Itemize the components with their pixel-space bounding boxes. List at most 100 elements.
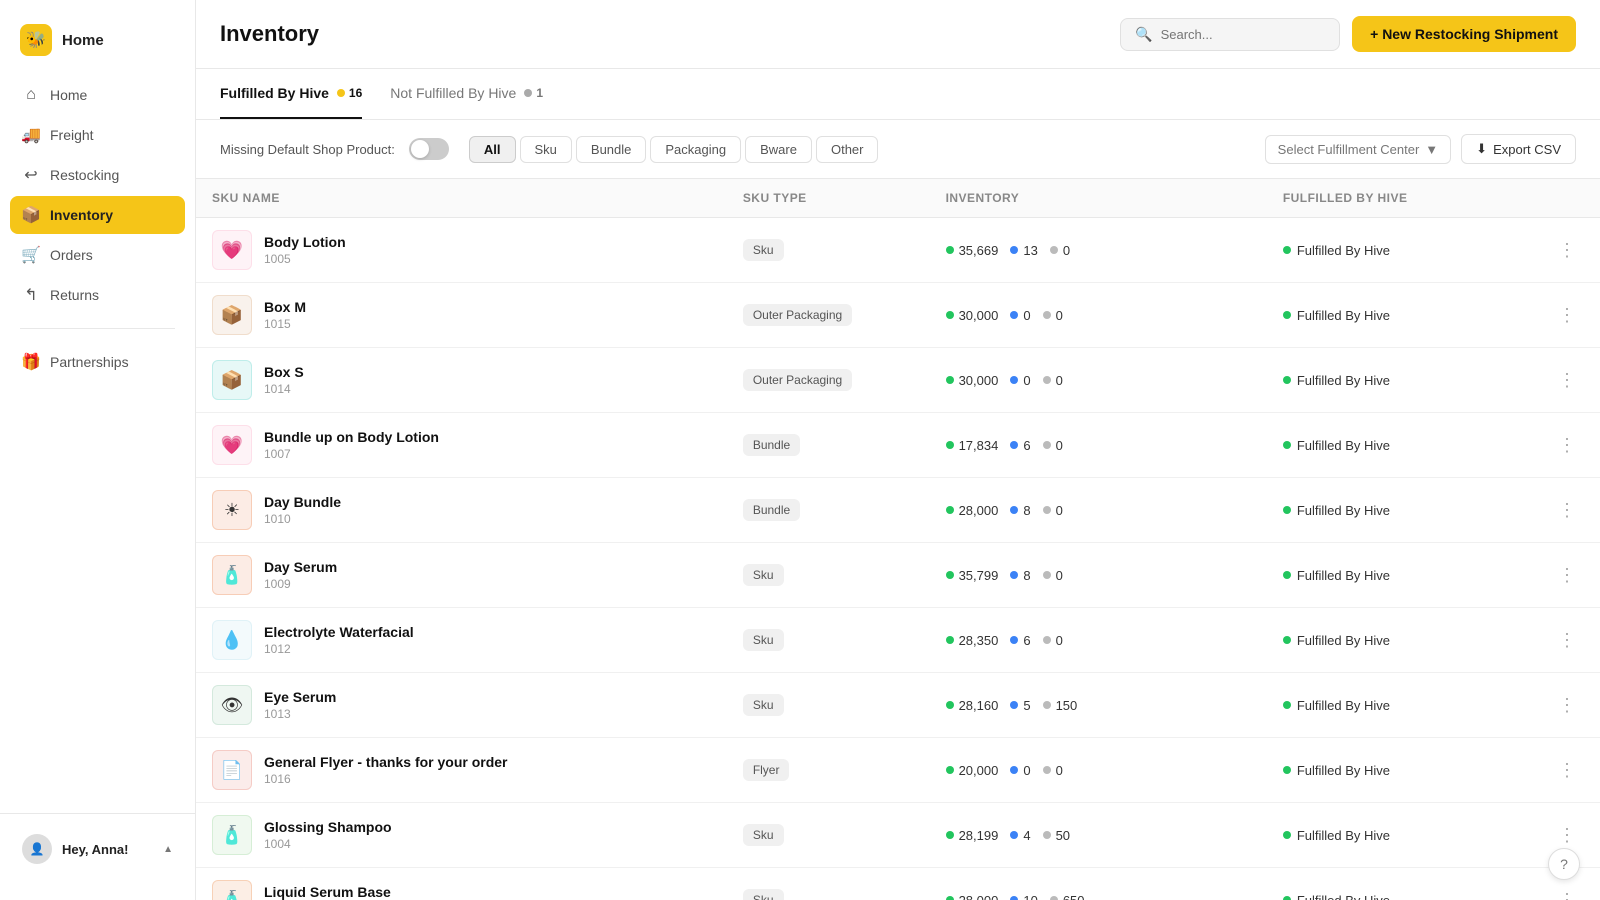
sidebar-item-restocking[interactable]: ↩ Restocking <box>10 156 185 194</box>
sku-name: Body Lotion <box>264 234 346 250</box>
type-filter-buttons: All Sku Bundle Packaging Bware Other <box>469 136 879 163</box>
sidebar-item-label: Inventory <box>50 207 113 223</box>
filter-all[interactable]: All <box>469 136 516 163</box>
sidebar-item-inventory[interactable]: 📦 Inventory <box>10 196 185 234</box>
sku-type-cell: Sku <box>727 543 930 608</box>
missing-toggle[interactable] <box>409 138 449 160</box>
fulfilled-label: Fulfilled By Hive <box>1297 893 1390 900</box>
export-csv-button[interactable]: ⬇ Export CSV <box>1461 134 1576 164</box>
blue-dot-icon <box>1010 571 1018 579</box>
actions-cell: ⋮ <box>1534 738 1600 803</box>
sku-thumbnail: 📦 <box>212 360 252 400</box>
inv-blue-value: 6 <box>1023 438 1030 453</box>
help-button[interactable]: ? <box>1548 848 1580 880</box>
green-dot-icon <box>946 701 954 709</box>
more-options-button[interactable]: ⋮ <box>1550 431 1584 460</box>
sidebar-item-label: Restocking <box>50 167 119 183</box>
fulfilled-cell: Fulfilled By Hive <box>1267 283 1534 348</box>
sku-id: 1014 <box>264 382 304 396</box>
fulfilled-cell: Fulfilled By Hive <box>1267 738 1534 803</box>
search-box[interactable]: 🔍 <box>1120 18 1340 51</box>
inv-blue: 6 <box>1010 633 1030 648</box>
inv-gray: 0 <box>1043 503 1063 518</box>
sidebar-item-orders[interactable]: 🛒 Orders <box>10 236 185 274</box>
fulfilled-label: Fulfilled By Hive <box>1297 373 1390 388</box>
gray-dot-icon <box>1043 766 1051 774</box>
inv-blue: 5 <box>1010 698 1030 713</box>
sku-id: 1009 <box>264 577 337 591</box>
inv-green: 28,000 <box>946 893 999 900</box>
sku-info: Day Serum 1009 <box>264 559 337 591</box>
tab-not-fulfilled[interactable]: Not Fulfilled By Hive 1 <box>390 69 543 119</box>
sku-type-cell: Sku <box>727 868 930 900</box>
tab-fulfilled-by-hive[interactable]: Fulfilled By Hive 16 <box>220 69 362 119</box>
filter-sku[interactable]: Sku <box>520 136 572 163</box>
main-nav: ⌂ Home 🚚 Freight ↩ Restocking 📦 Inventor… <box>0 76 195 813</box>
table-row: 📄 General Flyer - thanks for your order … <box>196 738 1600 803</box>
more-options-button[interactable]: ⋮ <box>1550 626 1584 655</box>
more-options-button[interactable]: ⋮ <box>1550 691 1584 720</box>
inv-gray-value: 50 <box>1056 828 1070 843</box>
inv-gray-value: 0 <box>1056 503 1063 518</box>
sidebar-item-freight[interactable]: 🚚 Freight <box>10 116 185 154</box>
gray-dot-icon <box>1043 636 1051 644</box>
fulfilled-dot-icon <box>1283 831 1291 839</box>
user-info[interactable]: 👤 Hey, Anna! ▲ <box>10 826 185 872</box>
fulfilled-label: Fulfilled By Hive <box>1297 763 1390 778</box>
sku-name-cell: 📄 General Flyer - thanks for your order … <box>196 738 727 803</box>
badge-dot-gray <box>524 89 532 97</box>
search-input[interactable] <box>1161 27 1326 42</box>
inv-blue: 0 <box>1010 373 1030 388</box>
more-options-button[interactable]: ⋮ <box>1550 561 1584 590</box>
more-options-button[interactable]: ⋮ <box>1550 821 1584 850</box>
fulfilled-label: Fulfilled By Hive <box>1297 438 1390 453</box>
blue-dot-icon <box>1010 896 1018 900</box>
sku-name-cell: 🧴 Glossing Shampoo 1004 <box>196 803 727 868</box>
filter-bundle[interactable]: Bundle <box>576 136 646 163</box>
gray-dot-icon <box>1043 441 1051 449</box>
inv-blue-value: 4 <box>1023 828 1030 843</box>
inv-green-value: 28,160 <box>959 698 999 713</box>
inv-gray-value: 650 <box>1063 893 1085 900</box>
inventory-cell: 28,199 4 50 <box>930 803 1267 868</box>
restock-icon: ↩ <box>22 166 40 184</box>
download-icon: ⬇ <box>1476 141 1487 157</box>
filter-packaging[interactable]: Packaging <box>650 136 741 163</box>
more-options-button[interactable]: ⋮ <box>1550 366 1584 395</box>
sidebar-item-label: Home <box>50 87 87 103</box>
more-options-button[interactable]: ⋮ <box>1550 756 1584 785</box>
col-sku-type: SKU Type <box>727 179 930 218</box>
inv-gray: 0 <box>1050 243 1070 258</box>
sidebar-item-label: Orders <box>50 247 93 263</box>
more-options-button[interactable]: ⋮ <box>1550 496 1584 525</box>
more-options-button[interactable]: ⋮ <box>1550 301 1584 330</box>
new-shipment-button[interactable]: + New Restocking Shipment <box>1352 16 1576 52</box>
inv-blue: 8 <box>1010 503 1030 518</box>
sku-thumbnail: 💗 <box>212 230 252 270</box>
inv-green: 28,160 <box>946 698 999 713</box>
filter-bware[interactable]: Bware <box>745 136 812 163</box>
fulfilled-cell: Fulfilled By Hive <box>1267 803 1534 868</box>
sku-info: Box M 1015 <box>264 299 306 331</box>
sku-name-cell: 💗 Bundle up on Body Lotion 1007 <box>196 413 727 478</box>
inv-green-value: 28,000 <box>959 503 999 518</box>
inv-green-value: 30,000 <box>959 373 999 388</box>
sidebar-item-returns[interactable]: ↰ Returns <box>10 276 185 314</box>
sidebar-item-label: Freight <box>50 127 94 143</box>
more-options-button[interactable]: ⋮ <box>1550 236 1584 265</box>
inventory-cell: 20,000 0 0 <box>930 738 1267 803</box>
sku-id: 1007 <box>264 447 439 461</box>
more-options-button[interactable]: ⋮ <box>1550 886 1584 900</box>
actions-cell: ⋮ <box>1534 218 1600 283</box>
fulfilled-cell: Fulfilled By Hive <box>1267 673 1534 738</box>
green-dot-icon <box>946 831 954 839</box>
inv-gray: 0 <box>1043 568 1063 583</box>
inv-gray-value: 0 <box>1056 763 1063 778</box>
sidebar-item-home[interactable]: ⌂ Home <box>10 76 185 114</box>
filter-other[interactable]: Other <box>816 136 879 163</box>
fulfillment-center-select[interactable]: Select Fulfillment Center ▼ <box>1265 135 1452 164</box>
green-dot-icon <box>946 311 954 319</box>
sidebar-item-partnerships[interactable]: 🎁 Partnerships <box>10 343 185 381</box>
blue-dot-icon <box>1010 636 1018 644</box>
inv-gray-value: 0 <box>1056 438 1063 453</box>
